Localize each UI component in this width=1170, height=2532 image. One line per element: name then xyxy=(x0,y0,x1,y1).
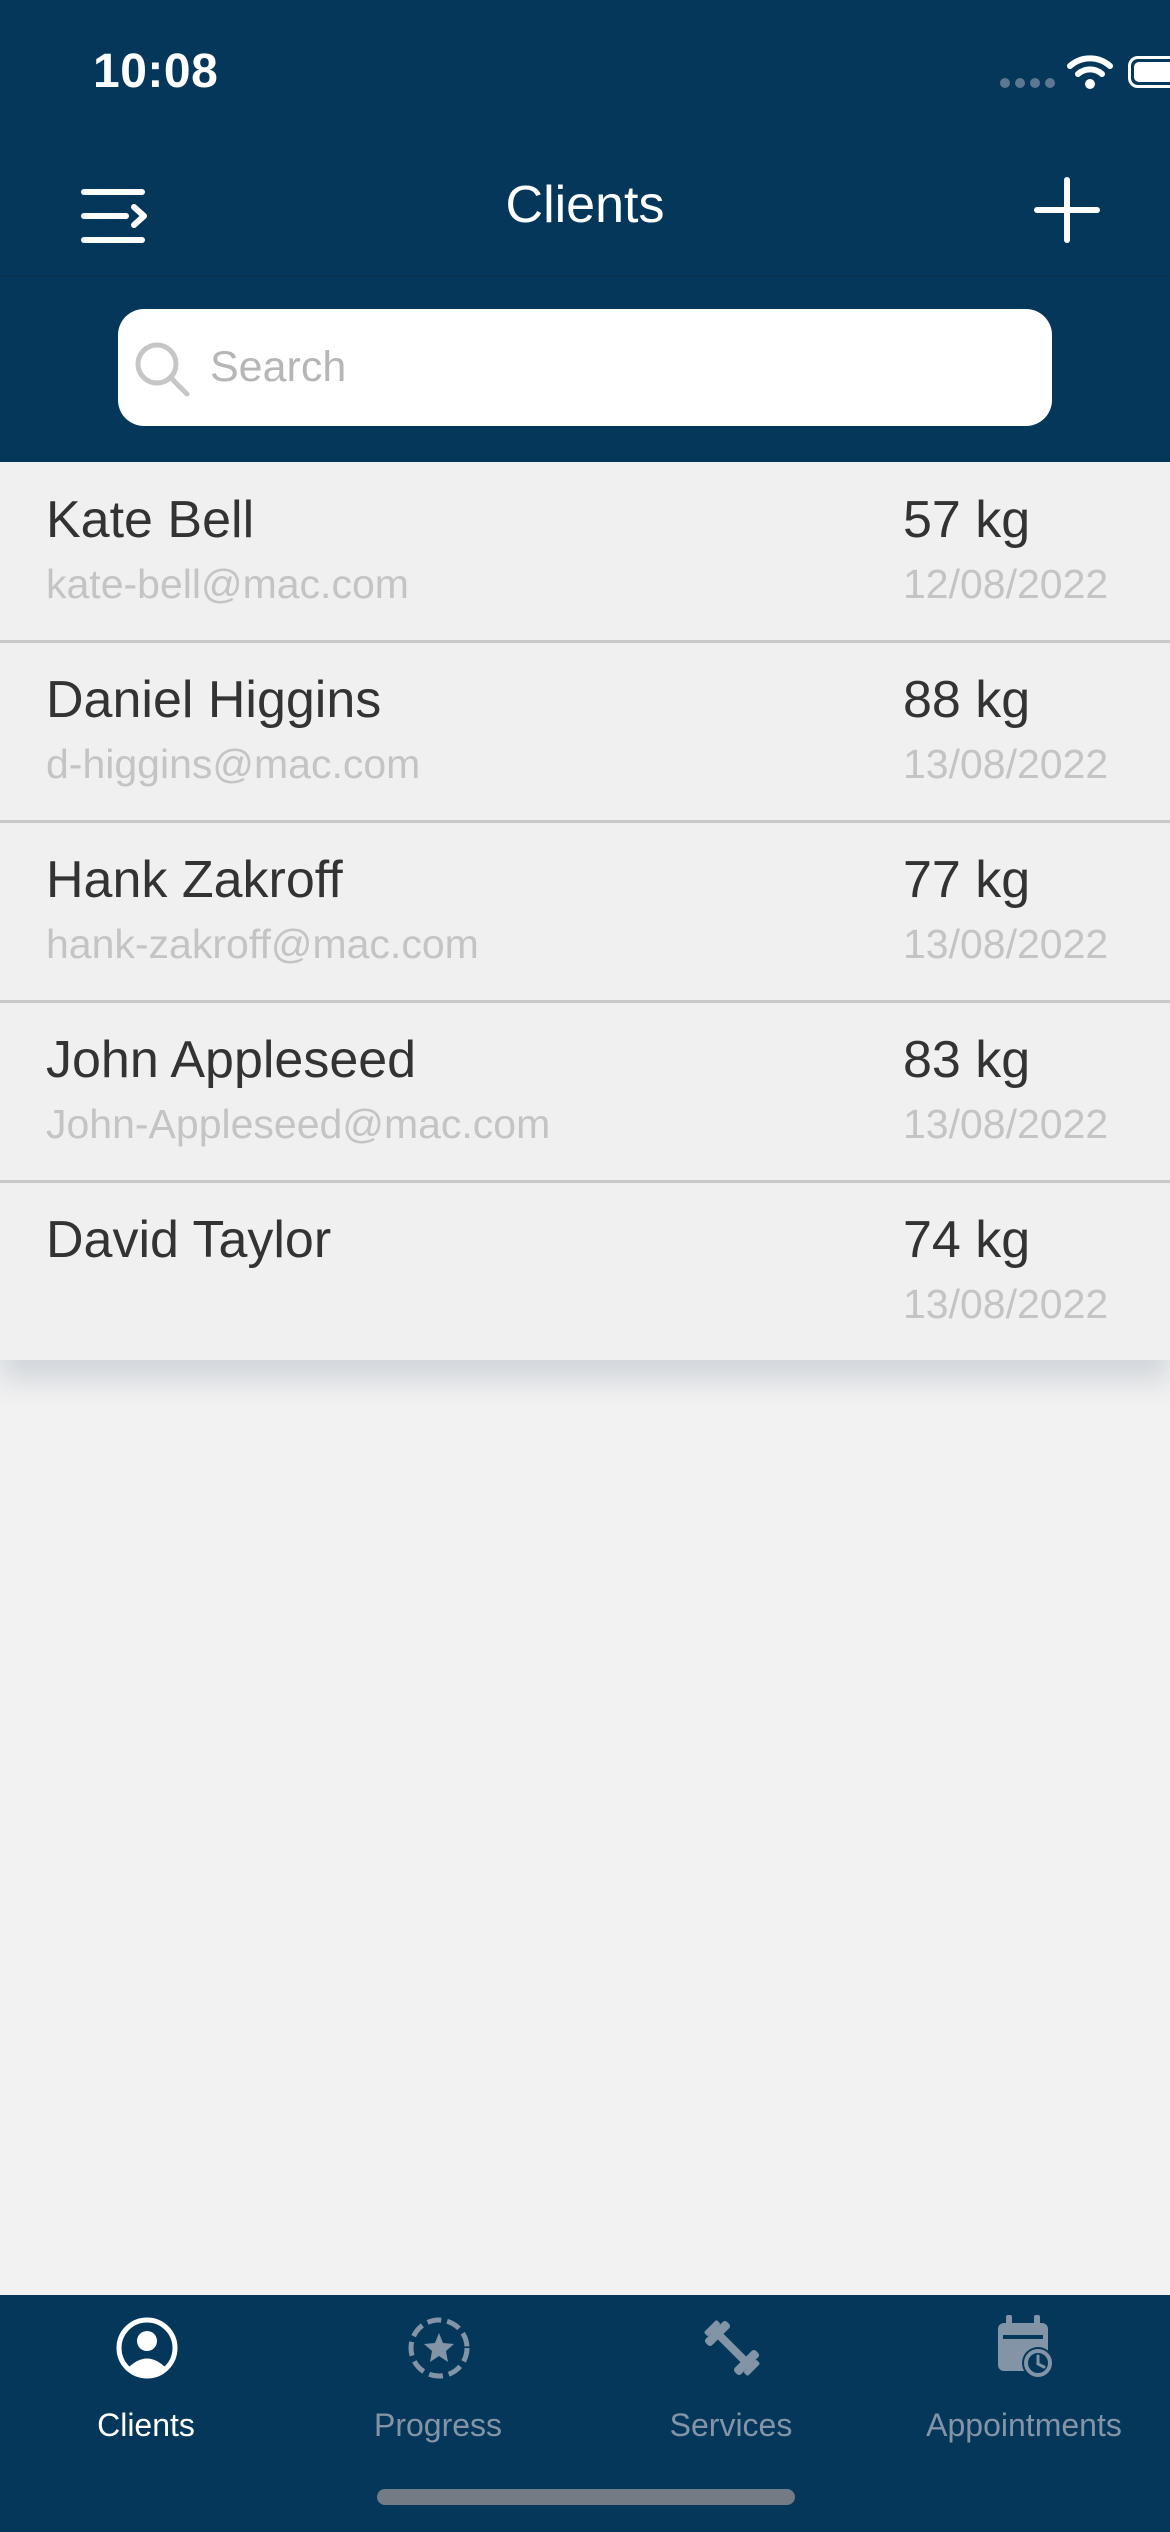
tab-label: Appointments xyxy=(926,2407,1122,2443)
search-input[interactable] xyxy=(210,309,1030,426)
plus-icon[interactable] xyxy=(1032,170,1102,250)
client-email: kate-bell@mac.com xyxy=(46,561,409,607)
client-row[interactable]: David Taylor 74 kg 13/08/2022 xyxy=(0,1182,1170,1360)
client-weight: 88 kg xyxy=(903,671,1031,729)
client-name: Kate Bell xyxy=(46,491,255,549)
page-title: Clients xyxy=(505,176,665,234)
tab-label: Progress xyxy=(373,2407,503,2443)
client-weight: 77 kg xyxy=(903,851,1031,909)
client-list: Kate Bell kate-bell@mac.com 57 kg 12/08/… xyxy=(0,462,1170,1360)
tab-appointments[interactable]: Appointments xyxy=(878,2295,1170,2465)
client-date: 13/08/2022 xyxy=(903,1101,1109,1147)
client-row[interactable]: Kate Bell kate-bell@mac.com 57 kg 12/08/… xyxy=(0,462,1170,643)
status-bar: 10:08 xyxy=(0,0,1170,145)
search-icon xyxy=(135,342,190,397)
client-weight: 83 kg xyxy=(903,1031,1031,1089)
wifi-icon xyxy=(1067,55,1113,89)
client-date: 13/08/2022 xyxy=(903,1281,1109,1327)
client-row[interactable]: Hank Zakroff hank-zakroff@mac.com 77 kg … xyxy=(0,822,1170,1003)
home-indicator[interactable] xyxy=(377,2489,795,2505)
nav-divider xyxy=(0,275,1170,277)
client-email: John-Appleseed@mac.com xyxy=(46,1101,551,1147)
client-date: 12/08/2022 xyxy=(903,561,1109,607)
client-weight: 57 kg xyxy=(903,491,1031,549)
client-date: 13/08/2022 xyxy=(903,741,1109,787)
client-date: 13/08/2022 xyxy=(903,921,1109,967)
client-name: John Appleseed xyxy=(46,1031,417,1089)
star-badge-icon xyxy=(408,2317,470,2379)
dumbbell-icon xyxy=(704,2320,760,2376)
tab-label: Clients xyxy=(97,2407,195,2443)
battery-icon xyxy=(1128,56,1170,88)
nav-bar: Clients xyxy=(0,145,1170,275)
person-circle-icon xyxy=(116,2317,178,2379)
tab-clients[interactable]: Clients xyxy=(0,2295,292,2465)
status-time: 10:08 xyxy=(93,45,219,98)
header: 10:08 Clients xyxy=(0,0,1170,462)
tab-label: Services xyxy=(669,2407,793,2443)
client-weight: 74 kg xyxy=(903,1211,1031,1269)
search-bar[interactable] xyxy=(118,309,1052,426)
client-name: Hank Zakroff xyxy=(46,851,343,909)
calendar-clock-icon xyxy=(998,2315,1054,2379)
client-email: d-higgins@mac.com xyxy=(46,741,421,787)
tab-progress[interactable]: Progress xyxy=(292,2295,584,2465)
client-row[interactable]: Daniel Higgins d-higgins@mac.com 88 kg 1… xyxy=(0,642,1170,823)
client-row[interactable]: John Appleseed John-Appleseed@mac.com 83… xyxy=(0,1002,1170,1183)
tab-services[interactable]: Services xyxy=(585,2295,877,2465)
client-name: Daniel Higgins xyxy=(46,671,382,729)
cellular-signal-icon xyxy=(1000,78,1056,88)
client-name: David Taylor xyxy=(46,1211,332,1269)
client-email: hank-zakroff@mac.com xyxy=(46,921,479,967)
